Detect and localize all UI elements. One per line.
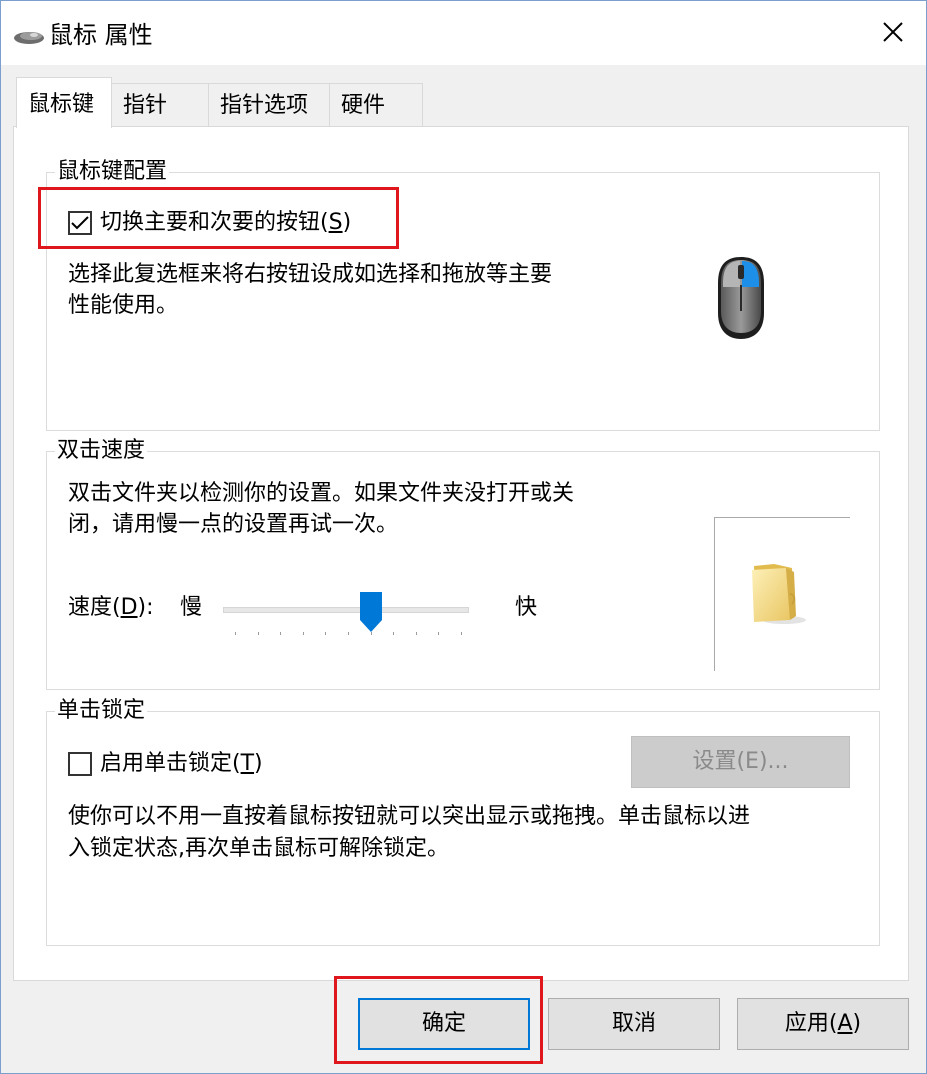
tab-panel: 鼠标键配置 切换主要和次要的按钮(S) 选择此复选框来将右按钮设成如选择和拖放等… — [13, 126, 909, 981]
click-lock-title: 单击锁定 — [55, 697, 148, 725]
double-click-desc-line1: 双击文件夹以检测你的设置。如果文件夹没打开或关 — [68, 481, 575, 506]
checkmark-icon — [71, 216, 89, 230]
click-lock-label[interactable]: 启用单击锁定(T) — [100, 748, 263, 780]
slider-tick — [280, 632, 281, 635]
tab-mouse-buttons[interactable]: 鼠标键 — [16, 77, 112, 128]
click-lock-desc-line2: 入锁定状态,再次单击鼠标可解除锁定。 — [68, 836, 449, 861]
slider-thumb[interactable] — [360, 592, 382, 632]
close-button[interactable] — [862, 1, 926, 65]
folder-icon — [752, 564, 806, 624]
mouse-properties-dialog: 鼠标 属性 鼠标键 指针 指针选项 硬件 鼠标键配置 切换主要和次要的按钮(S)… — [0, 0, 927, 1074]
tab-hardware[interactable]: 硬件 — [329, 83, 423, 127]
title-bar: 鼠标 属性 — [1, 1, 926, 65]
click-lock-desc-line1: 使你可以不用一直按着鼠标按钮就可以突出显示或拖拽。单击鼠标以进 — [68, 804, 751, 829]
fast-label: 快 — [515, 595, 538, 620]
click-lock-checkbox[interactable] — [68, 752, 92, 776]
window-title: 鼠标 属性 — [49, 21, 153, 49]
cancel-button[interactable]: 取消 — [548, 998, 720, 1050]
slider-tick — [438, 632, 439, 635]
mouse-icon — [14, 32, 44, 44]
double-click-desc-line2: 闭，请用慢一点的设置再试一次。 — [68, 512, 399, 537]
tab-pointers[interactable]: 指针 — [111, 83, 209, 127]
button-config-desc-line1: 选择此复选框来将右按钮设成如选择和拖放等主要 — [68, 262, 553, 287]
tab-pointer-options[interactable]: 指针选项 — [208, 83, 330, 127]
double-click-speed-slider[interactable] — [223, 607, 469, 613]
slow-label: 慢 — [180, 595, 203, 620]
button-config-title: 鼠标键配置 — [55, 158, 170, 186]
slider-tick — [416, 632, 417, 635]
slider-tick — [235, 632, 236, 635]
slider-tick — [258, 632, 259, 635]
slider-tick — [303, 632, 304, 635]
slider-tick — [348, 632, 349, 635]
ok-button[interactable]: 确定 — [358, 998, 530, 1050]
slider-tick — [461, 632, 462, 635]
apply-button[interactable]: 应用(A) — [737, 998, 909, 1050]
switch-buttons-checkbox[interactable] — [68, 211, 92, 235]
double-click-title: 双击速度 — [55, 437, 148, 465]
slider-tick — [371, 632, 372, 635]
speed-label: 速度(D): — [68, 595, 154, 620]
slider-tick — [393, 632, 394, 635]
mouse-icon — [718, 257, 764, 339]
close-icon — [883, 22, 903, 42]
slider-tick — [325, 632, 326, 635]
double-click-test-area[interactable] — [714, 517, 850, 671]
button-config-desc-line2: 性能使用。 — [68, 293, 179, 318]
click-lock-settings-button: 设置(E)... — [631, 736, 850, 788]
switch-buttons-label[interactable]: 切换主要和次要的按钮(S) — [100, 207, 351, 239]
